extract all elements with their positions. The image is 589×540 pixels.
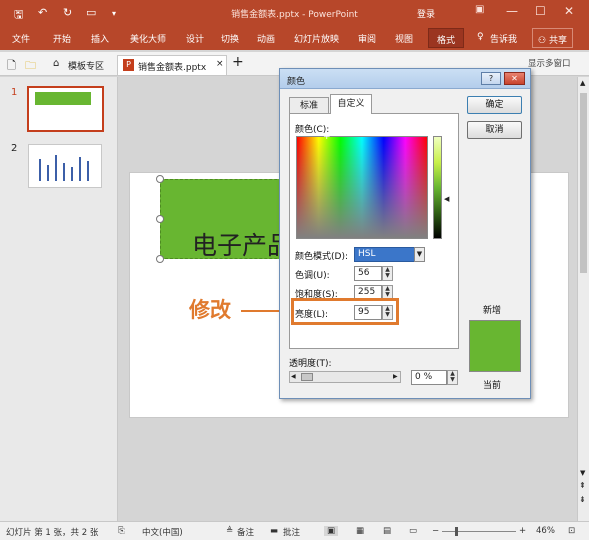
dialog-title-bar: 颜色 ? ✕ — [280, 69, 530, 89]
new-color-swatch — [469, 320, 521, 346]
help-button[interactable]: ? — [481, 72, 501, 85]
window-title: 销售金额表.pptx - PowerPoint — [231, 10, 358, 20]
tab-custom[interactable]: 自定义 — [330, 94, 372, 114]
add-tab-icon[interactable]: + — [232, 54, 244, 70]
login-link[interactable]: 登录 — [417, 7, 435, 20]
scroll-up-icon[interactable]: ▲ — [580, 79, 585, 87]
tab-home[interactable]: 开始 — [53, 32, 71, 45]
slider-right-icon[interactable]: ▶ — [393, 373, 398, 380]
tab-transitions[interactable]: 切换 — [221, 32, 239, 45]
next-slide-icon[interactable]: ⇟ — [579, 495, 586, 504]
language[interactable]: 中文(中国) — [142, 526, 183, 538]
tab-format[interactable]: 格式 — [428, 28, 465, 48]
tab-animations[interactable]: 动画 — [257, 32, 275, 45]
tab-slideshow[interactable]: 幻灯片放映 — [294, 32, 339, 45]
tell-me-icon[interactable]: ♀ — [477, 32, 484, 42]
color-dialog: 颜色 ? ✕ 标准 自定义 确定 取消 颜色(C): + ◀ 颜色模式(D): … — [279, 68, 531, 399]
luminance-spinner[interactable]: ▲ ▼ — [382, 305, 393, 320]
resize-handle[interactable] — [156, 255, 164, 263]
notes-button[interactable]: 备注 — [237, 526, 254, 538]
luminance-label: 亮度(L): — [295, 310, 329, 320]
ribbon-display-icon[interactable]: ▣ — [475, 4, 484, 15]
minimize-icon[interactable]: — — [506, 4, 518, 18]
current-color-swatch — [469, 346, 521, 372]
dropdown-arrow-icon[interactable]: ▼ — [414, 247, 425, 262]
zoom-slider-thumb[interactable] — [455, 527, 458, 536]
annotation-label: 修改 — [189, 298, 231, 322]
scroll-down-icon[interactable]: ▼ — [580, 469, 585, 477]
title-bar: 🖫 ↶ ↻ ▭ ▾ 销售金额表.pptx - PowerPoint 登录 ▣ —… — [0, 0, 589, 26]
transparency-label: 透明度(T): — [289, 359, 332, 369]
zoom-out-icon[interactable]: − — [432, 526, 439, 536]
status-bar: 幻灯片 第 1 张，共 2 张 ⎘ 中文(中国) ≜ 备注 ▬ 批注 ▣ ▦ ▤… — [0, 521, 589, 540]
shape-text[interactable]: 电子产品 — [192, 226, 292, 262]
folder-icon[interactable]: 🗀 — [25, 57, 36, 76]
slide-sorter-icon[interactable]: ▦ — [356, 526, 364, 536]
transparency-thumb[interactable] — [301, 373, 313, 381]
transparency-spinner[interactable]: ▲ ▼ — [447, 370, 458, 385]
slideshow-view-icon[interactable]: ▭ — [409, 526, 417, 536]
transparency-slider[interactable]: ◀ ▶ — [289, 371, 401, 383]
normal-view-icon[interactable]: ▣ — [324, 526, 339, 536]
ribbon-tabs: 文件 开始 插入 美化大师 设计 切换 动画 幻灯片放映 审阅 视图 格式 ♀ … — [0, 26, 589, 50]
tab-beautify-master[interactable]: 美化大师 — [130, 32, 166, 45]
slide-thumbnail-2[interactable] — [28, 144, 102, 188]
color-model-label: 颜色模式(D): — [295, 252, 348, 262]
slide-count: 幻灯片 第 1 张，共 2 张 — [6, 528, 99, 538]
zoom-level[interactable]: 46% — [536, 526, 555, 536]
dialog-close-icon[interactable]: ✕ — [504, 72, 525, 85]
spectrum-crosshair: + — [323, 132, 331, 142]
current-color-label: 当前 — [483, 381, 502, 391]
comments-icon: ▬ — [270, 526, 279, 536]
zoom-slider[interactable] — [442, 531, 516, 532]
scroll-thumb[interactable] — [580, 93, 587, 273]
luminance-input[interactable]: 95 — [354, 305, 382, 320]
luminance-pointer[interactable]: ◀ — [444, 195, 449, 203]
vertical-scrollbar[interactable]: ▲ ▼ ⇞ ⇟ — [577, 77, 589, 521]
zoom-in-icon[interactable]: + — [519, 526, 526, 536]
transparency-input[interactable]: 0 % — [411, 370, 447, 385]
new-document-icon[interactable]: 🗋 — [7, 57, 16, 76]
color-spectrum[interactable] — [296, 136, 428, 239]
maximize-icon[interactable]: ☐ — [535, 4, 546, 18]
share-button[interactable]: ⚇ 共享 — [532, 28, 573, 48]
thumb-green-shape — [35, 92, 91, 105]
tab-review[interactable]: 审阅 — [358, 32, 376, 45]
resize-handle[interactable] — [156, 215, 164, 223]
tab-standard[interactable]: 标准 — [289, 97, 329, 114]
luminance-bar[interactable] — [433, 136, 442, 239]
ok-button[interactable]: 确定 — [467, 96, 522, 114]
notes-icon: ≜ — [226, 526, 234, 536]
reading-view-icon[interactable]: ▤ — [383, 526, 391, 536]
tab-template-zone[interactable]: ⌂ 模板专区 — [48, 55, 114, 75]
spellcheck-icon[interactable]: ⎘ — [118, 526, 125, 536]
dialog-title: 颜色 — [287, 77, 306, 87]
tab-file[interactable]: 文件 — [12, 32, 30, 45]
slide-thumbnail-1[interactable] — [27, 86, 104, 132]
slide-number: 2 — [11, 143, 18, 154]
hue-spinner[interactable]: ▲ ▼ — [382, 266, 393, 281]
slide-thumbnail-panel: 1 2 — [0, 77, 118, 521]
cancel-button[interactable]: 取消 — [467, 121, 522, 139]
resize-handle[interactable] — [156, 175, 164, 183]
show-multi-window[interactable]: 显示多窗口 — [528, 57, 571, 69]
tell-me-box[interactable]: 告诉我 — [490, 32, 517, 45]
slide-number: 1 — [11, 87, 18, 98]
pptx-icon: P — [123, 59, 134, 71]
slider-left-icon[interactable]: ◀ — [291, 373, 296, 380]
new-color-label: 新增 — [483, 306, 502, 316]
tab-view[interactable]: 视图 — [395, 32, 413, 45]
fit-slide-icon[interactable]: ⊡ — [568, 526, 575, 536]
close-tab-icon[interactable]: × — [216, 59, 224, 69]
hue-label: 色调(U): — [295, 271, 330, 281]
close-icon[interactable]: ✕ — [564, 4, 574, 18]
prev-slide-icon[interactable]: ⇞ — [579, 481, 586, 490]
home-icon: ⌂ — [53, 58, 60, 69]
tab-insert[interactable]: 插入 — [91, 32, 109, 45]
hue-input[interactable]: 56 — [354, 266, 382, 281]
tab-design[interactable]: 设计 — [186, 32, 204, 45]
comments-button[interactable]: 批注 — [283, 526, 300, 538]
user-icon: ⚇ — [538, 36, 549, 46]
tab-sales-pptx[interactable]: P 销售金额表.pptx × — [117, 55, 227, 75]
